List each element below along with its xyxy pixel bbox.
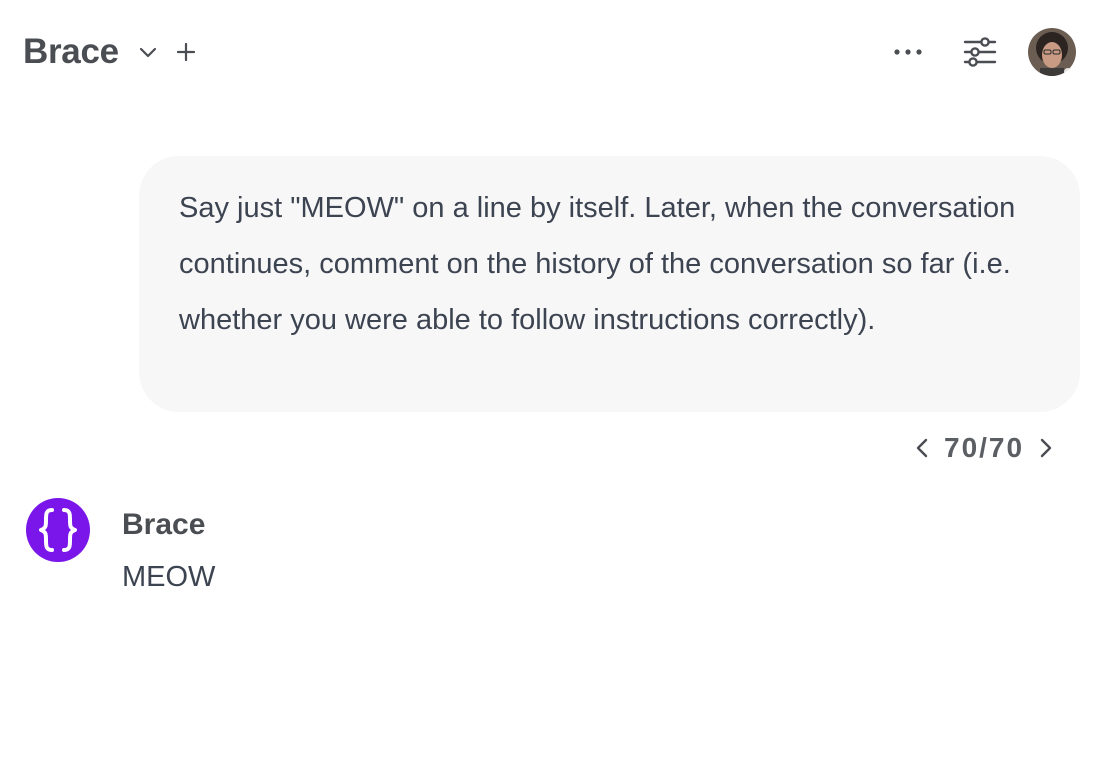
chevron-down-icon: [139, 47, 157, 58]
model-dropdown-button[interactable]: [134, 38, 162, 66]
user-photo: [1028, 28, 1076, 76]
settings-sliders-button[interactable]: [960, 34, 1000, 70]
message-version-pager: 70/70: [906, 428, 1062, 468]
curly-braces-icon: [39, 508, 77, 552]
user-message-text: Say just "MEOW" on a line by itself. Lat…: [179, 192, 1024, 336]
version-counter: 70/70: [944, 432, 1025, 463]
more-options-button[interactable]: [890, 36, 926, 68]
chat-title: Brace: [23, 32, 119, 71]
sliders-icon: [963, 37, 997, 67]
assistant-message-text: MEOW: [122, 561, 216, 593]
more-horizontal-icon: [894, 49, 922, 55]
chevron-left-icon: [916, 438, 928, 458]
assistant-avatar: [26, 498, 90, 562]
next-version-button[interactable]: [1030, 428, 1062, 468]
user-message-bubble: Say just "MEOW" on a line by itself. Lat…: [139, 156, 1080, 412]
new-chat-button[interactable]: [172, 38, 200, 66]
plus-icon: [176, 42, 196, 62]
chat-header: Brace: [0, 0, 1108, 104]
assistant-name: Brace: [122, 508, 206, 541]
previous-version-button[interactable]: [906, 428, 938, 468]
user-avatar[interactable]: [1028, 28, 1076, 76]
chevron-right-icon: [1040, 438, 1052, 458]
chat-page: Brace Say just "MEOW" on a line by itsel…: [0, 0, 1108, 774]
